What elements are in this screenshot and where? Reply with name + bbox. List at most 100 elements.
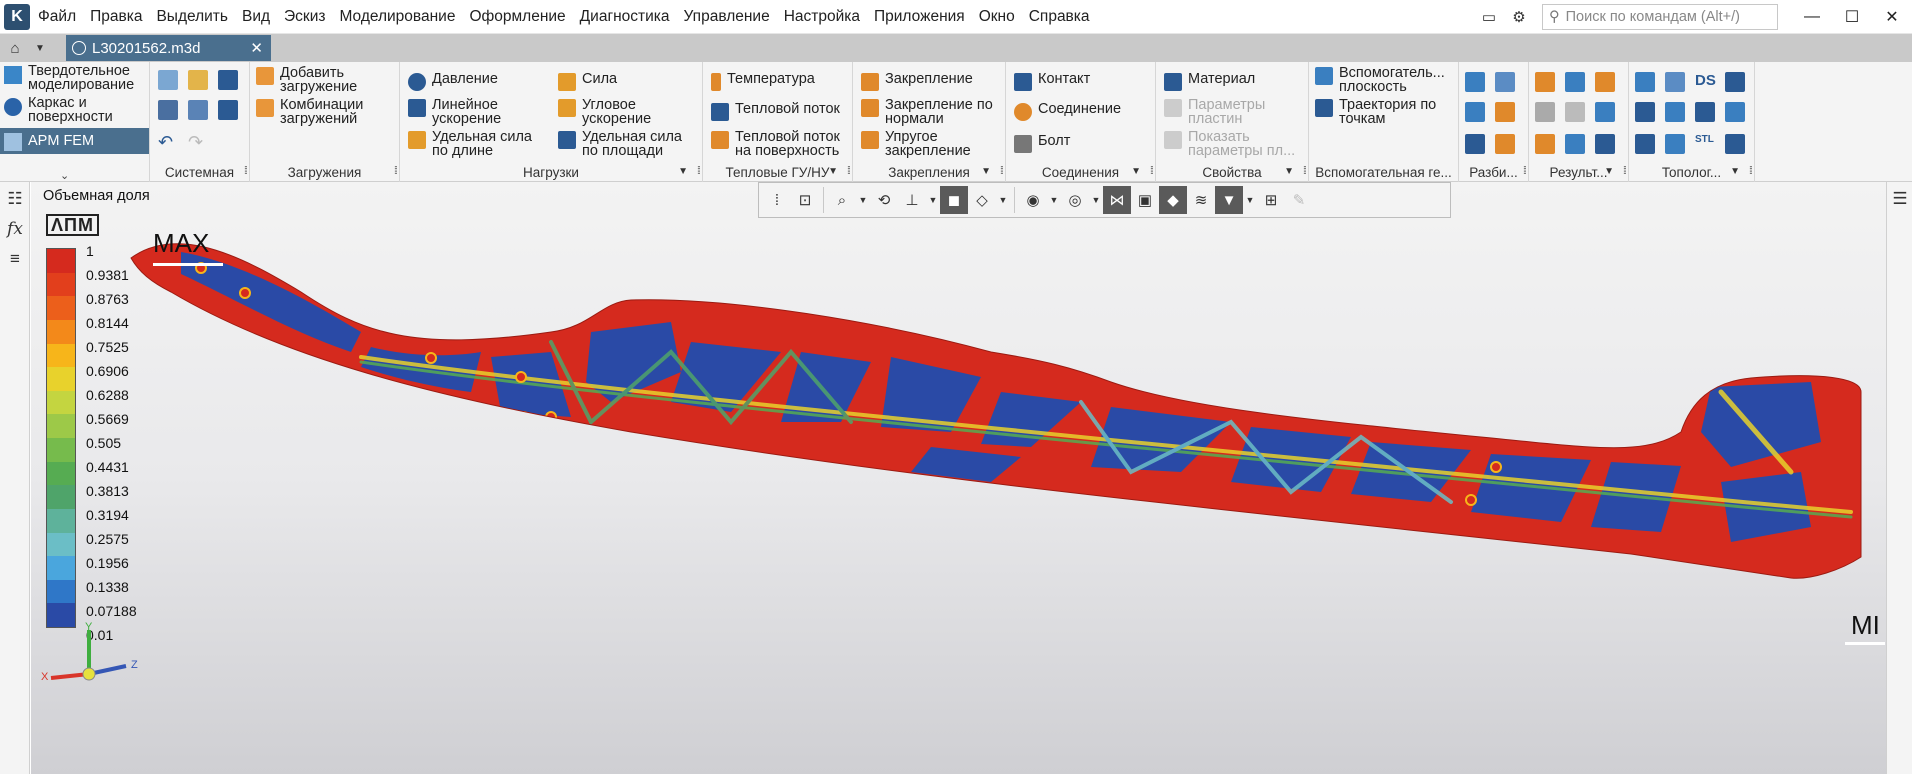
save-all-icon[interactable] <box>218 100 238 120</box>
contact-button[interactable]: Контакт <box>1014 72 1090 91</box>
surface-heat-flow-button[interactable]: Тепловой поток на поверхность <box>711 130 853 158</box>
main-menu: Файл Правка Выделить Вид Эскиз Моделирование О… <box>38 8 1104 26</box>
undo-icon[interactable]: ↶ <box>158 132 178 152</box>
topo-puzzle-icon[interactable] <box>1665 134 1685 154</box>
document-tab[interactable]: L30201562.m3d ✕ <box>66 35 271 61</box>
menu-item-6[interactable]: Оформление <box>469 8 565 25</box>
home-icon[interactable]: ⌂ <box>0 34 30 62</box>
results-probe-icon[interactable] <box>1595 102 1615 122</box>
mesh-view-icon[interactable] <box>1465 102 1485 122</box>
normal-fixing-icon <box>861 99 879 117</box>
menu-item-7[interactable]: Диагностика <box>580 8 670 25</box>
angular-acceleration-button[interactable]: Угловое ускорение <box>558 98 682 126</box>
bolt-button[interactable]: Болт <box>1014 134 1070 153</box>
preview-icon[interactable] <box>188 100 208 120</box>
command-search-input[interactable]: ⚲ Поиск по командам (Alt+/) <box>1542 4 1778 30</box>
settings-icon[interactable]: ⚙ <box>1504 2 1534 32</box>
layout-icon[interactable]: ▭ <box>1474 2 1504 32</box>
distributed-area-force-button[interactable]: Удельная сила по площади <box>558 130 692 158</box>
group-title-thermal: Тепловые ГУ/НУ ▼ ⁞⁞ <box>725 165 852 180</box>
normal-fixing-button[interactable]: Закрепление по нормали <box>861 98 1005 126</box>
close-tab-icon[interactable]: ✕ <box>250 39 263 57</box>
menu-item-8[interactable]: Управление <box>684 8 770 25</box>
menu-item-1[interactable]: Правка <box>90 8 142 25</box>
surface-heat-icon <box>711 131 729 149</box>
minimize-button[interactable]: — <box>1792 8 1832 26</box>
new-doc-icon[interactable] <box>158 70 178 90</box>
fixing-button[interactable]: Закрепление <box>861 72 973 91</box>
stl-icon[interactable]: STL <box>1695 134 1715 154</box>
close-button[interactable]: ✕ <box>1872 7 1912 27</box>
menu-item-9[interactable]: Настройка <box>784 8 860 25</box>
mode-surface[interactable]: Каркас и поверхности <box>0 94 149 126</box>
menu-item-10[interactable]: Приложения <box>874 8 965 25</box>
tabs-dropdown-icon[interactable]: ▼ <box>30 43 50 54</box>
properties-panel-icon[interactable]: ☰ <box>1889 186 1911 212</box>
fem-model[interactable] <box>31 182 1886 774</box>
plate-params-button[interactable]: Параметры пластин <box>1164 98 1288 126</box>
mesh-refine-icon[interactable] <box>1495 102 1515 122</box>
camera-icon[interactable] <box>1725 134 1745 154</box>
mesh-box-icon[interactable] <box>1495 134 1515 154</box>
show-params-button[interactable]: Показать параметры пл... <box>1164 130 1306 158</box>
menu-item-11[interactable]: Окно <box>979 8 1015 25</box>
mesh-settings-icon[interactable] <box>1495 72 1515 92</box>
menu-item-5[interactable]: Моделирование <box>339 8 455 25</box>
expand-chevron-icon[interactable]: ⌄ <box>60 169 69 182</box>
results-sections-icon[interactable] <box>1565 102 1585 122</box>
mesh-icon[interactable] <box>1465 72 1485 92</box>
save-icon[interactable] <box>218 70 238 90</box>
maximize-button[interactable]: ☐ <box>1832 7 1872 27</box>
app-logo-icon[interactable]: K <box>4 3 30 30</box>
min-marker-line <box>1845 642 1885 645</box>
joint-button[interactable]: Соединение <box>1014 102 1121 121</box>
trajectory-button[interactable]: Траектория по точкам <box>1315 98 1451 126</box>
results-line-icon[interactable] <box>1595 134 1615 154</box>
mode-solid[interactable]: Твердотельное моделирование <box>0 62 149 94</box>
redo-icon[interactable]: ↷ <box>188 132 208 152</box>
topo-compare-icon[interactable] <box>1665 72 1685 92</box>
results-axes-icon[interactable] <box>1565 72 1585 92</box>
bolt-icon <box>1014 135 1032 153</box>
material-button[interactable]: Материал <box>1164 72 1255 91</box>
pressure-button[interactable]: Давление <box>408 72 498 91</box>
model-tree-icon[interactable]: ☷ <box>2 186 28 212</box>
results-table-icon[interactable] <box>1535 102 1555 122</box>
group-title-results: Результ... ▼ ⁞⁞ <box>1549 165 1628 180</box>
print-icon[interactable] <box>158 100 178 120</box>
topo-calc-icon[interactable] <box>1635 134 1655 154</box>
mesh-puzzle-icon[interactable] <box>1465 134 1485 154</box>
group-auxiliary: Вспомогатель... плоскость Траектория по … <box>1309 62 1459 182</box>
layers-icon[interactable]: ≡ <box>2 246 28 272</box>
heat-flow-button[interactable]: Тепловой поток <box>711 102 840 121</box>
add-load-button[interactable]: Добавить загружение <box>256 66 380 94</box>
aux-plane-button[interactable]: Вспомогатель... плоскость <box>1315 66 1451 94</box>
ds-icon[interactable]: DS <box>1695 72 1716 92</box>
menu-item-4[interactable]: Эскиз <box>284 8 325 25</box>
distributed-length-force-button[interactable]: Удельная сила по длине <box>408 130 542 158</box>
results-report-icon[interactable] <box>1535 134 1555 154</box>
results-values-icon[interactable] <box>1565 134 1585 154</box>
topo-arrows-icon[interactable] <box>1725 102 1745 122</box>
temperature-button[interactable]: Температура <box>711 72 815 91</box>
topo-curve-icon[interactable] <box>1635 102 1655 122</box>
menu-item-3[interactable]: Вид <box>242 8 270 25</box>
force-button[interactable]: Сила <box>558 72 617 91</box>
menu-item-0[interactable]: Файл <box>38 8 76 25</box>
results-map-icon[interactable] <box>1535 72 1555 92</box>
linear-acceleration-button[interactable]: Линейное ускорение <box>408 98 532 126</box>
topo-chart-icon[interactable] <box>1635 72 1655 92</box>
open-icon[interactable] <box>188 70 208 90</box>
menu-item-12[interactable]: Справка <box>1029 8 1090 25</box>
elastic-fixing-button[interactable]: Упругое закрепление <box>861 130 995 158</box>
menu-item-2[interactable]: Выделить <box>156 8 228 25</box>
fx-icon[interactable]: fx <box>2 216 28 242</box>
load-combinations-button[interactable]: Комбинации загружений <box>256 98 380 126</box>
mode-solid-label: Твердотельное моделирование <box>28 63 135 93</box>
topo-scatter-icon[interactable] <box>1665 102 1685 122</box>
3d-viewport[interactable]: Объемная доля ⁞ ⊡ ⌕ ▼ ⟲ ⊥ ▼ ◼ ◇ ▼ ◉ ▼ ◎ ▼ ⋈ ▣… <box>31 182 1886 774</box>
topo-graph-icon[interactable] <box>1695 102 1715 122</box>
topo-report-icon[interactable] <box>1725 72 1745 92</box>
results-deform-icon[interactable] <box>1595 72 1615 92</box>
mode-apm-fem[interactable]: APM FEM <box>0 128 149 154</box>
